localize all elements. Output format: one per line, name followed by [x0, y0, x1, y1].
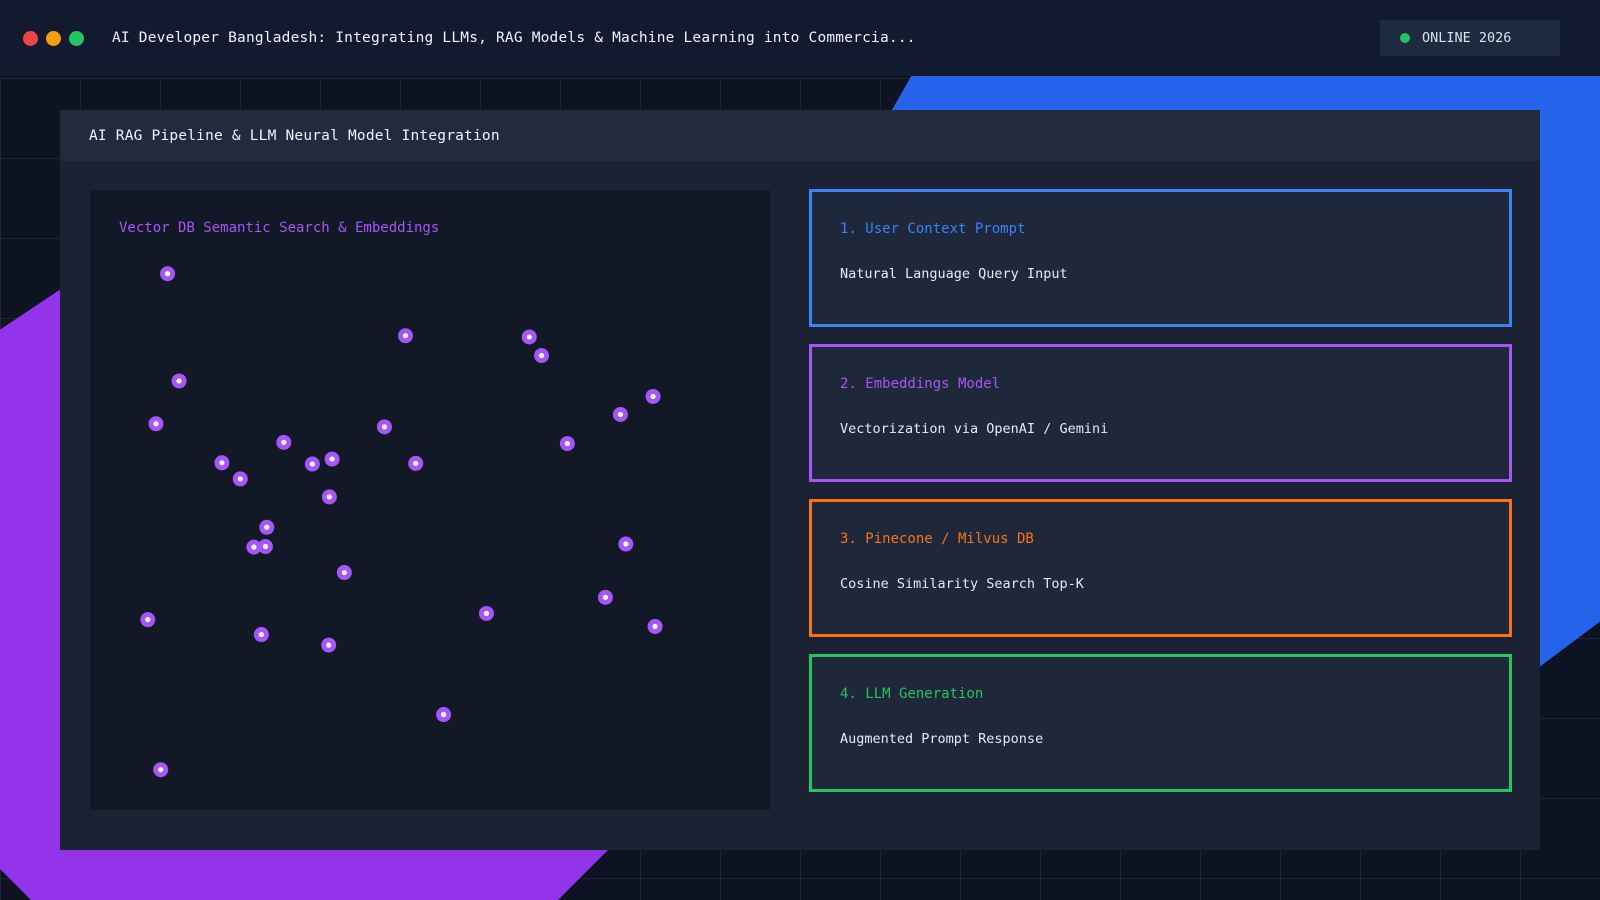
- main-panel: AI RAG Pipeline & LLM Neural Model Integ…: [60, 110, 1540, 850]
- pipeline-step-title: 1. User Context Prompt: [840, 221, 1026, 237]
- embedding-point[interactable]: [160, 266, 176, 282]
- pipeline-step-description: Natural Language Query Input: [840, 266, 1068, 282]
- embedding-point[interactable]: [321, 637, 337, 653]
- pipeline-step-description: Cosine Similarity Search Top-K: [840, 576, 1084, 592]
- embedding-point[interactable]: [321, 489, 337, 505]
- pipeline-step-title: 3. Pinecone / Milvus DB: [840, 531, 1034, 547]
- embedding-point[interactable]: [534, 348, 550, 364]
- embedding-scatter-plot: Vector DB Semantic Search & Embeddings: [90, 190, 770, 810]
- embedding-point[interactable]: [324, 451, 340, 467]
- panel-title: AI RAG Pipeline & LLM Neural Model Integ…: [60, 110, 1540, 161]
- embedding-point[interactable]: [612, 406, 628, 422]
- window-controls: [23, 30, 84, 46]
- pipeline-step-card[interactable]: 1. User Context Prompt Natural Language Q…: [809, 189, 1512, 327]
- embedding-point[interactable]: [257, 539, 273, 554]
- embedding-point[interactable]: [478, 605, 494, 621]
- embedding-point[interactable]: [618, 536, 634, 552]
- embedding-point[interactable]: [645, 388, 661, 404]
- embedding-point[interactable]: [436, 707, 452, 723]
- embedding-point[interactable]: [232, 471, 248, 487]
- embedding-point[interactable]: [398, 328, 414, 344]
- embedding-point[interactable]: [153, 762, 169, 778]
- embedding-point[interactable]: [408, 455, 424, 471]
- online-status-icon: [1400, 33, 1410, 43]
- embedding-point[interactable]: [559, 436, 575, 452]
- minimize-window-button[interactable]: [46, 30, 61, 46]
- embedding-point[interactable]: [376, 419, 392, 435]
- embedding-point[interactable]: [253, 627, 269, 643]
- pipeline-step-card[interactable]: 3. Pinecone / Milvus DB Cosine Similarity…: [809, 499, 1512, 637]
- title-bar: AI Developer Bangladesh: Integrating LLM…: [0, 0, 1600, 76]
- embedding-point[interactable]: [276, 434, 292, 450]
- embedding-point[interactable]: [597, 589, 613, 605]
- scatter-points-canvas: [140, 266, 663, 778]
- pipeline-step-title: 4. LLM Generation: [840, 686, 984, 702]
- embedding-point[interactable]: [259, 519, 275, 535]
- status-text: ONLINE 2026: [1422, 30, 1512, 46]
- embedding-point[interactable]: [336, 565, 352, 581]
- embedding-point[interactable]: [214, 455, 230, 471]
- pipeline-step-card[interactable]: 2. Embeddings Model Vectorization via Ope…: [809, 344, 1512, 482]
- pipeline-step-card[interactable]: 4. LLM Generation Augmented Prompt Respon…: [809, 654, 1512, 792]
- window-title: AI Developer Bangladesh: Integrating LLM…: [112, 30, 916, 46]
- embedding-point[interactable]: [148, 416, 164, 432]
- embedding-point[interactable]: [304, 456, 320, 472]
- pipeline-step-description: Augmented Prompt Response: [840, 731, 1044, 747]
- maximize-window-button[interactable]: [69, 30, 84, 46]
- scatter-title: Vector DB Semantic Search & Embeddings: [119, 220, 440, 236]
- status-badge: ONLINE 2026: [1380, 20, 1560, 56]
- embedding-point[interactable]: [171, 373, 187, 389]
- embedding-point[interactable]: [521, 329, 537, 345]
- pipeline-step-title: 2. Embeddings Model: [840, 376, 1001, 392]
- pipeline-step-description: Vectorization via OpenAI / Gemini: [840, 421, 1109, 437]
- embedding-point[interactable]: [140, 612, 156, 628]
- embedding-point[interactable]: [647, 618, 663, 634]
- close-window-button[interactable]: [23, 30, 38, 46]
